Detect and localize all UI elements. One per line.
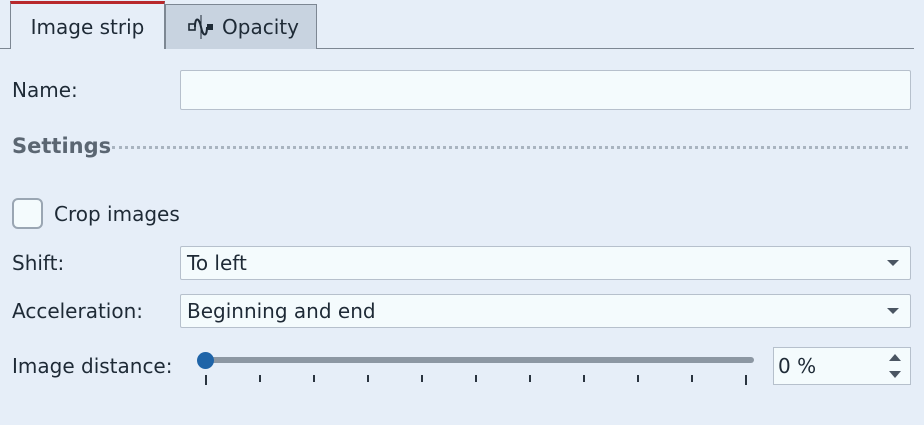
crop-images-checkbox[interactable] xyxy=(12,198,43,229)
spin-up-icon[interactable] xyxy=(889,354,901,361)
slider-tick xyxy=(691,375,693,382)
slider-tick xyxy=(475,375,477,382)
slider-tick xyxy=(421,375,423,382)
name-label: Name: xyxy=(12,78,78,102)
chevron-down-icon xyxy=(887,308,899,314)
settings-divider xyxy=(112,146,908,149)
tab-opacity[interactable]: Opacity xyxy=(165,4,317,49)
acceleration-label: Acceleration: xyxy=(12,299,144,323)
slider-tick xyxy=(313,375,315,382)
acceleration-select[interactable]: Beginning and end xyxy=(180,294,911,328)
slider-tick xyxy=(583,375,585,382)
shift-value: To left xyxy=(187,251,247,275)
name-field[interactable] xyxy=(180,70,911,110)
settings-heading: Settings xyxy=(12,134,112,158)
image-distance-input[interactable]: 0 % xyxy=(773,347,911,385)
shift-label: Shift: xyxy=(12,251,65,275)
tab-opacity-label: Opacity xyxy=(222,15,299,39)
tab-image-strip-label: Image strip xyxy=(30,14,145,39)
opacity-curve-icon xyxy=(188,15,213,39)
slider-tick xyxy=(367,375,369,382)
tab-image-strip[interactable]: Image strip xyxy=(10,1,165,49)
image-distance-label: Image distance: xyxy=(12,354,173,378)
slider-tick xyxy=(205,375,207,385)
image-distance-slider-thumb[interactable] xyxy=(197,352,214,369)
slider-tick xyxy=(259,375,261,382)
slider-tick xyxy=(745,375,747,385)
acceleration-value: Beginning and end xyxy=(187,299,376,323)
image-distance-slider[interactable] xyxy=(205,357,754,363)
slider-tick xyxy=(637,375,639,382)
tab-bar: Image strip Opacity xyxy=(0,0,924,50)
spin-down-icon[interactable] xyxy=(889,371,901,378)
shift-select[interactable]: To left xyxy=(180,246,911,280)
slider-tick xyxy=(529,375,531,382)
image-distance-value: 0 % xyxy=(778,354,817,378)
chevron-down-icon xyxy=(887,260,899,266)
crop-images-label[interactable]: Crop images xyxy=(54,202,180,226)
